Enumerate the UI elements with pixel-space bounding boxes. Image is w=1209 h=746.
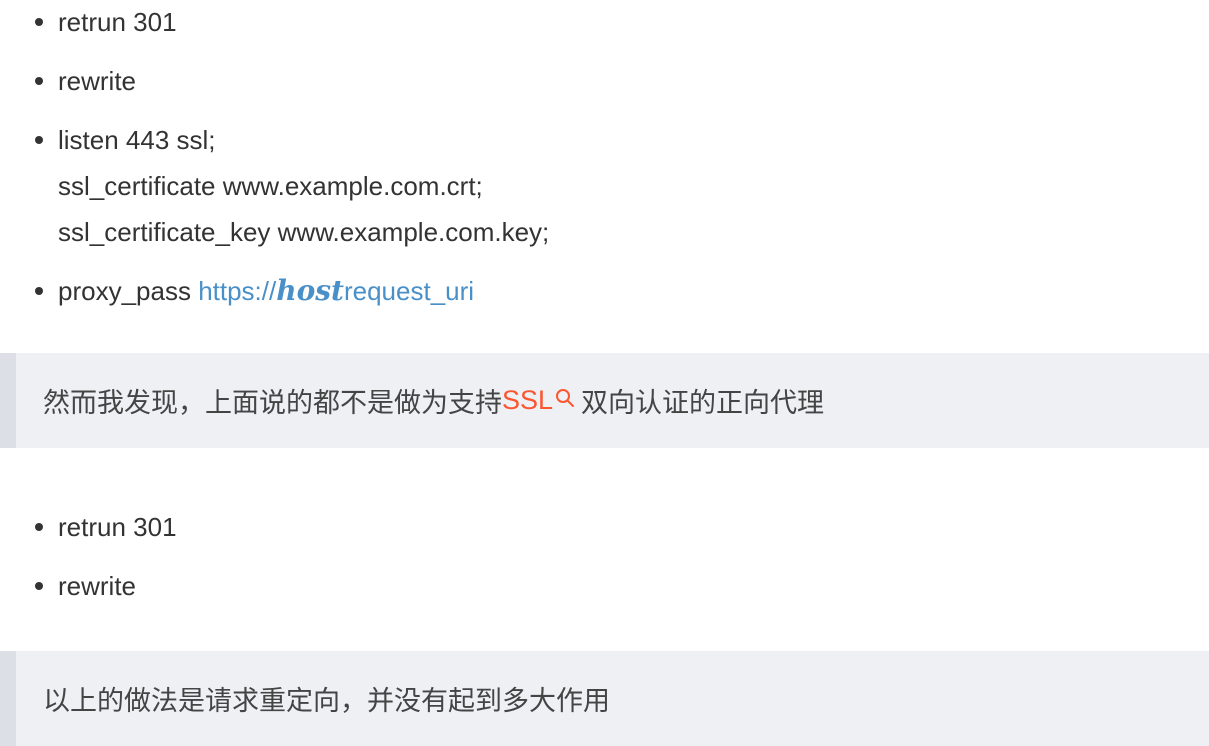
list-item: retrun 301: [0, 0, 549, 44]
search-icon[interactable]: [555, 388, 575, 408]
bullet-icon: [35, 582, 43, 590]
list-item-text: proxy_pass: [58, 276, 199, 306]
list-item-text: rewrite: [58, 571, 137, 601]
list-item: proxy_pass https://hostrequest_uri: [0, 269, 549, 313]
quote-text-before: 然而我发现，上面说的都不是做为支持: [43, 388, 502, 418]
link-text-start: https://: [198, 276, 277, 306]
bullet-icon: [35, 523, 43, 531]
list-item: retrun 301: [0, 505, 177, 549]
proxy-pass-link[interactable]: https://hostrequest_uri: [198, 274, 475, 307]
bullet-icon: [35, 18, 43, 26]
list-item-text: retrun 301: [58, 7, 177, 37]
code-line: ssl_certificate_key www.example.com.key;: [58, 217, 550, 247]
link-math-text: host: [276, 274, 344, 307]
bullet-icon: [35, 287, 43, 295]
blockquote-2: 以上的做法是请求重定向，并没有起到多大作用: [0, 651, 1209, 746]
ssl-keyword-link[interactable]: SSL: [502, 385, 553, 416]
bullet-list-1: retrun 301 rewrite listen 443 ssl; ssl_c…: [0, 0, 549, 313]
code-line: listen 443 ssl;: [58, 125, 216, 155]
bullet-list-2: retrun 301 rewrite: [0, 505, 177, 608]
list-item: rewrite: [0, 564, 177, 608]
list-item-text: rewrite: [58, 66, 137, 96]
list-item: listen 443 ssl; ssl_certificate www.exam…: [0, 118, 549, 254]
list-item: rewrite: [0, 59, 549, 103]
quote-text: 以上的做法是请求重定向，并没有起到多大作用: [43, 686, 610, 716]
blockquote-1: 然而我发现，上面说的都不是做为支持 SSL 双向认证的正向代理: [0, 353, 1209, 448]
link-text-end: request_uri: [343, 276, 475, 306]
bullet-icon: [35, 136, 43, 144]
list-item-text: retrun 301: [58, 512, 177, 542]
bullet-icon: [35, 77, 43, 85]
code-line: ssl_certificate www.example.com.crt;: [58, 171, 483, 201]
quote-text-after: 双向认证的正向代理: [581, 388, 825, 418]
